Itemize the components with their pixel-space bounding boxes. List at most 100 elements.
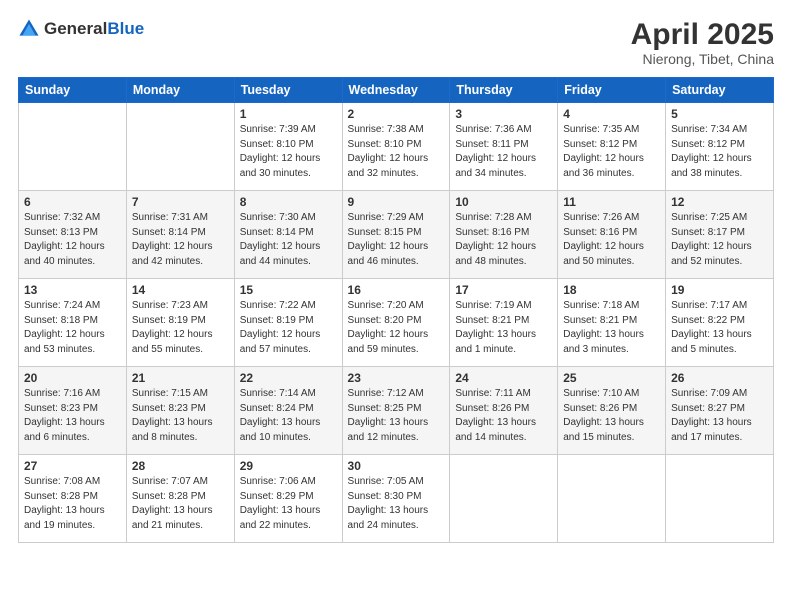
day-info: Sunrise: 7:28 AM Sunset: 8:16 PM Dayligh… [455,211,552,269]
day-info: Sunrise: 7:19 AM Sunset: 8:21 PM Dayligh… [455,299,552,357]
day-cell-4: 4 Sunrise: 7:35 AM Sunset: 8:12 PM Daylig… [558,103,666,191]
day-info: Sunrise: 7:11 AM Sunset: 8:26 PM Dayligh… [455,387,552,445]
empty-cell [19,103,127,191]
day-number: 26 [671,371,768,385]
day-number: 18 [563,283,660,297]
day-cell-16: 16Sunrise: 7:20 AM Sunset: 8:20 PM Dayli… [342,279,450,367]
day-info: Sunrise: 7:20 AM Sunset: 8:20 PM Dayligh… [348,299,445,357]
empty-cell [450,455,558,543]
day-number: 30 [348,459,445,473]
day-cell-13: 13 Sunrise: 7:24 AM Sunset: 8:18 PM Dayli… [19,279,127,367]
day-cell-22: 22 Sunrise: 7:14 AM Sunset: 8:24 PM Dayli… [234,367,342,455]
day-info: Sunrise: 7:22 AM Sunset: 8:19 PM Dayligh… [240,299,337,357]
day-number: 7 [132,195,229,209]
day-number: 25 [563,371,660,385]
day-number: 17 [455,283,552,297]
day-number: 10 [455,195,552,209]
day-info: Sunrise: 7:05 AM Sunset: 8:30 PM Dayligh… [348,475,445,533]
day-number: 23 [348,371,445,385]
day-info: Sunrise: 7:08 AM Sunset: 8:28 PM Dayligh… [24,475,121,533]
day-number: 1 [240,107,337,121]
day-number: 29 [240,459,337,473]
day-number: 24 [455,371,552,385]
day-cell-30: 30 Sunrise: 7:05 AM Sunset: 8:30 PM Dayli… [342,455,450,543]
day-info: Sunrise: 7:07 AM Sunset: 8:28 PM Dayligh… [132,475,229,533]
title-block: April 2025 Nierong, Tibet, China [631,18,774,67]
day-info: Sunrise: 7:14 AM Sunset: 8:24 PM Dayligh… [240,387,337,445]
day-info: Sunrise: 7:29 AM Sunset: 8:15 PM Dayligh… [348,211,445,269]
day-cell-2: 2 Sunrise: 7:38 AM Sunset: 8:10 PM Daylig… [342,103,450,191]
day-info: Sunrise: 7:12 AM Sunset: 8:25 PM Dayligh… [348,387,445,445]
day-info: Sunrise: 7:31 AM Sunset: 8:14 PM Dayligh… [132,211,229,269]
day-number: 9 [348,195,445,209]
day-cell-12: 12Sunrise: 7:25 AM Sunset: 8:17 PM Dayli… [666,191,774,279]
day-cell-10: 10 Sunrise: 7:28 AM Sunset: 8:16 PM Dayli… [450,191,558,279]
day-cell-21: 21 Sunrise: 7:15 AM Sunset: 8:23 PM Dayli… [126,367,234,455]
day-info: Sunrise: 7:10 AM Sunset: 8:26 PM Dayligh… [563,387,660,445]
day-number: 27 [24,459,121,473]
day-info: Sunrise: 7:06 AM Sunset: 8:29 PM Dayligh… [240,475,337,533]
day-info: Sunrise: 7:18 AM Sunset: 8:21 PM Dayligh… [563,299,660,357]
day-number: 13 [24,283,121,297]
day-cell-26: 26 Sunrise: 7:09 AM Sunset: 8:27 PM Dayli… [666,367,774,455]
day-cell-25: 25 Sunrise: 7:10 AM Sunset: 8:26 PM Dayli… [558,367,666,455]
day-header-thursday: Thursday [450,78,558,103]
day-number: 21 [132,371,229,385]
day-headers-row: SundayMondayTuesdayWednesdayThursdayFrid… [19,78,774,103]
logo-text: GeneralBlue [44,19,144,39]
week-row-1: 6Sunrise: 7:32 AM Sunset: 8:13 PM Daylig… [19,191,774,279]
day-info: Sunrise: 7:24 AM Sunset: 8:18 PM Dayligh… [24,299,121,357]
calendar-page: GeneralBlue April 2025 Nierong, Tibet, C… [0,0,792,612]
day-number: 22 [240,371,337,385]
day-info: Sunrise: 7:30 AM Sunset: 8:14 PM Dayligh… [240,211,337,269]
day-cell-29: 29 Sunrise: 7:06 AM Sunset: 8:29 PM Dayli… [234,455,342,543]
day-cell-3: 3Sunrise: 7:36 AM Sunset: 8:11 PM Daylig… [450,103,558,191]
day-number: 15 [240,283,337,297]
day-info: Sunrise: 7:38 AM Sunset: 8:10 PM Dayligh… [348,123,445,181]
week-row-2: 13 Sunrise: 7:24 AM Sunset: 8:18 PM Dayli… [19,279,774,367]
day-info: Sunrise: 7:35 AM Sunset: 8:12 PM Dayligh… [563,123,660,181]
day-cell-23: 23 Sunrise: 7:12 AM Sunset: 8:25 PM Dayli… [342,367,450,455]
day-cell-15: 15 Sunrise: 7:22 AM Sunset: 8:19 PM Dayli… [234,279,342,367]
day-cell-9: 9 Sunrise: 7:29 AM Sunset: 8:15 PM Daylig… [342,191,450,279]
location: Nierong, Tibet, China [631,51,774,67]
day-info: Sunrise: 7:26 AM Sunset: 8:16 PM Dayligh… [563,211,660,269]
logo-icon [18,18,40,40]
day-info: Sunrise: 7:36 AM Sunset: 8:11 PM Dayligh… [455,123,552,181]
day-header-friday: Friday [558,78,666,103]
day-cell-27: 27 Sunrise: 7:08 AM Sunset: 8:28 PM Dayli… [19,455,127,543]
day-header-wednesday: Wednesday [342,78,450,103]
day-header-saturday: Saturday [666,78,774,103]
day-cell-5: 5 Sunrise: 7:34 AM Sunset: 8:12 PM Daylig… [666,103,774,191]
day-info: Sunrise: 7:32 AM Sunset: 8:13 PM Dayligh… [24,211,121,269]
week-row-4: 27 Sunrise: 7:08 AM Sunset: 8:28 PM Dayli… [19,455,774,543]
logo-general: General [44,19,107,38]
month-year: April 2025 [631,18,774,51]
day-cell-8: 8 Sunrise: 7:30 AM Sunset: 8:14 PM Daylig… [234,191,342,279]
day-info: Sunrise: 7:09 AM Sunset: 8:27 PM Dayligh… [671,387,768,445]
day-info: Sunrise: 7:34 AM Sunset: 8:12 PM Dayligh… [671,123,768,181]
day-number: 28 [132,459,229,473]
day-number: 8 [240,195,337,209]
day-cell-1: 1 Sunrise: 7:39 AM Sunset: 8:10 PM Daylig… [234,103,342,191]
day-header-sunday: Sunday [19,78,127,103]
week-row-0: 1 Sunrise: 7:39 AM Sunset: 8:10 PM Daylig… [19,103,774,191]
day-cell-14: 14Sunrise: 7:23 AM Sunset: 8:19 PM Dayli… [126,279,234,367]
day-number: 11 [563,195,660,209]
day-info: Sunrise: 7:39 AM Sunset: 8:10 PM Dayligh… [240,123,337,181]
day-number: 4 [563,107,660,121]
day-info: Sunrise: 7:15 AM Sunset: 8:23 PM Dayligh… [132,387,229,445]
day-number: 5 [671,107,768,121]
week-row-3: 20Sunrise: 7:16 AM Sunset: 8:23 PM Dayli… [19,367,774,455]
logo-blue: Blue [107,19,144,38]
empty-cell [666,455,774,543]
empty-cell [126,103,234,191]
day-header-tuesday: Tuesday [234,78,342,103]
header: GeneralBlue April 2025 Nierong, Tibet, C… [18,18,774,67]
day-cell-17: 17 Sunrise: 7:19 AM Sunset: 8:21 PM Dayli… [450,279,558,367]
calendar-table: SundayMondayTuesdayWednesdayThursdayFrid… [18,77,774,543]
day-cell-28: 28 Sunrise: 7:07 AM Sunset: 8:28 PM Dayli… [126,455,234,543]
day-number: 12 [671,195,768,209]
day-number: 2 [348,107,445,121]
logo: GeneralBlue [18,18,144,40]
